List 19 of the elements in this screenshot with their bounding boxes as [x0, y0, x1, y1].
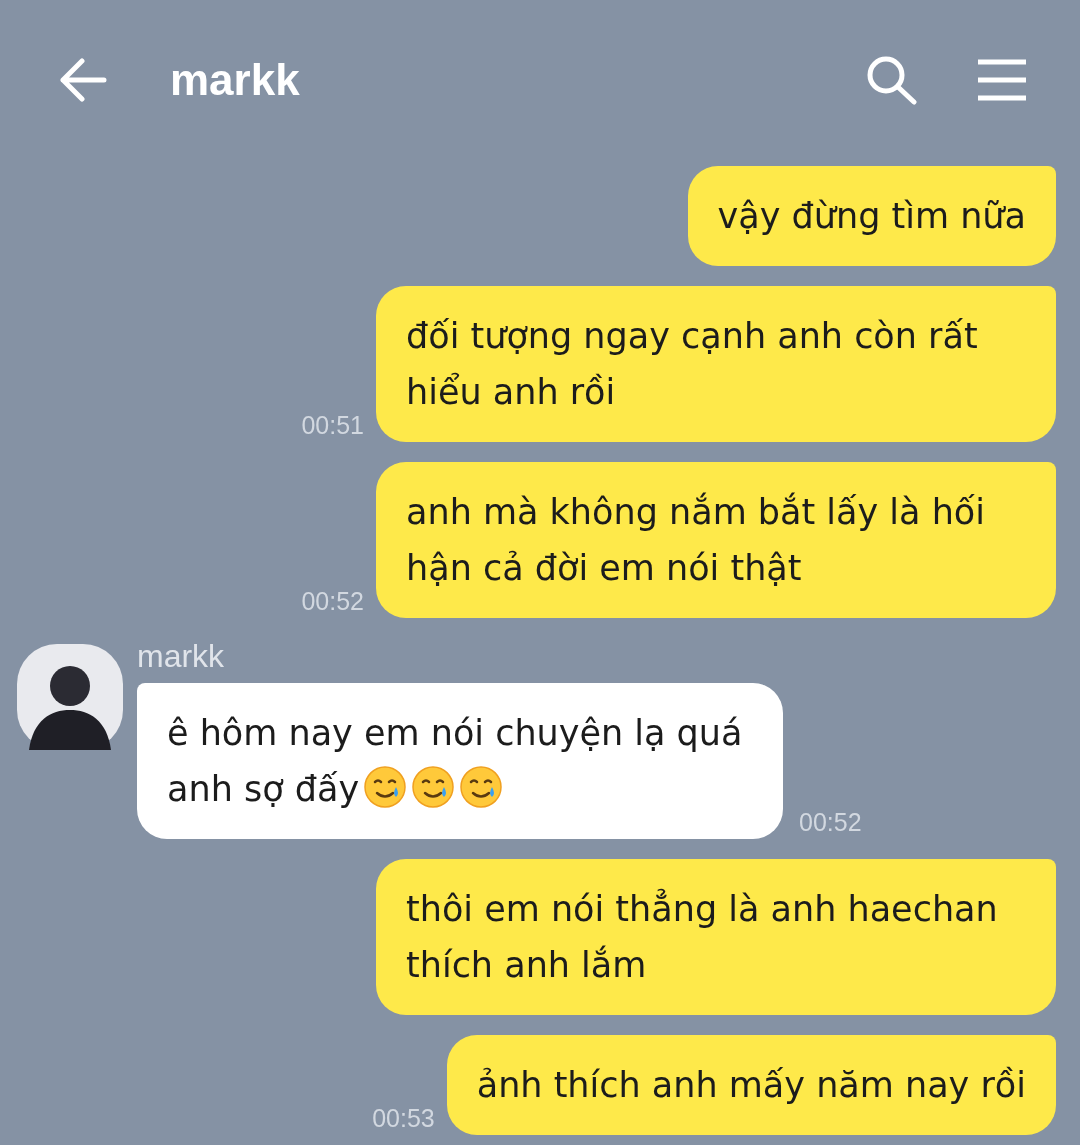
- sent-message-bubble: vậy đừng tìm nữa: [687, 166, 1056, 266]
- sent-message-bubble: ảnh thích anh mấy năm nay rồi: [446, 1035, 1056, 1135]
- sent-message-bubble: đối tượng ngay cạnh anh còn rất hiểu anh rồi: [376, 286, 1056, 442]
- chat-title: markk: [170, 55, 301, 105]
- smiling-face-with-tear-icon: [459, 765, 504, 809]
- avatar[interactable]: [17, 644, 123, 750]
- message-time: 00:52: [799, 808, 862, 837]
- message-time: 00:51: [301, 411, 364, 440]
- sender-name: markk: [137, 638, 226, 675]
- sent-message-bubble: thôi em nói thẳng là anh haechan thích anh lắm: [376, 859, 1056, 1015]
- search-icon[interactable]: [866, 55, 918, 105]
- smiling-face-with-tear-icon: [411, 765, 456, 809]
- message-time: 00:52: [301, 587, 364, 616]
- back-arrow-icon[interactable]: [58, 58, 108, 102]
- received-message-bubble: ê hôm nay em nói chuyện lạ quá anh sợ đấy: [137, 683, 783, 839]
- smiling-face-with-tear-icon: [363, 765, 408, 809]
- message-time: 00:53: [372, 1104, 435, 1133]
- sent-message-bubble: anh mà không nắm bắt lấy là hối hận cả đời em nói thật: [376, 462, 1056, 618]
- menu-icon[interactable]: [976, 58, 1028, 102]
